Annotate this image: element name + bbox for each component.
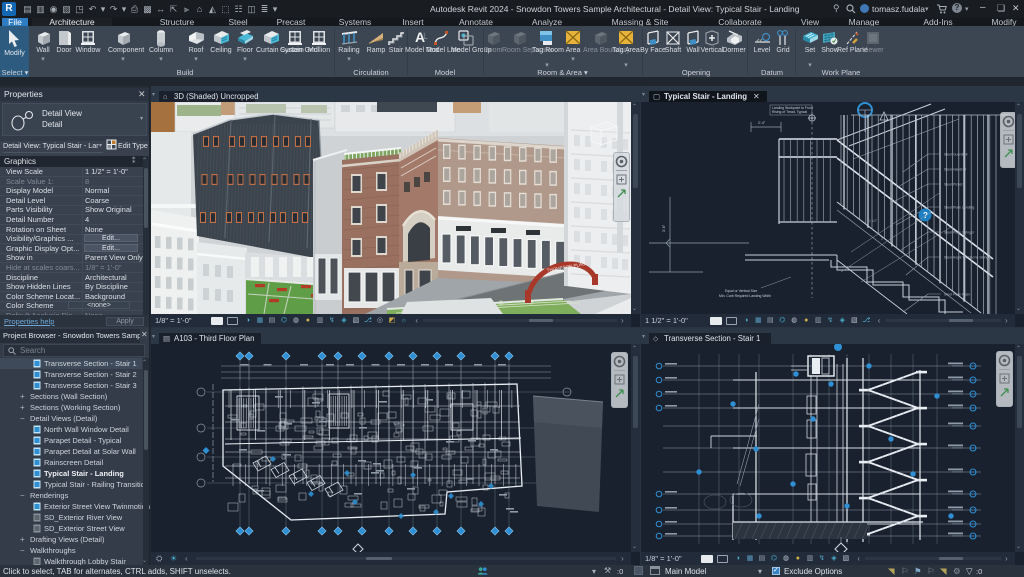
svg-text:Steel Angle Welded to Stringer: Steel Angle Welded to Stringer — [944, 256, 992, 260]
svg-text:2'-4": 2'-4" — [758, 121, 766, 125]
svg-text:Rising of Tread, Typical: Rising of Tread, Typical — [772, 110, 807, 114]
svg-text:Steel Guardrail: Steel Guardrail — [944, 153, 968, 157]
svg-text:Equal or Vertical Size: Equal or Vertical Size — [725, 289, 757, 293]
svg-text:1 1/2": 1 1/2" — [869, 219, 877, 223]
svg-text:2": 2" — [881, 237, 884, 241]
svg-text:Steel Plate Stringer: Steel Plate Stringer — [944, 231, 975, 235]
svg-text:Steel Plate Landing: Steel Plate Landing — [944, 206, 974, 210]
svg-text:3'-6": 3'-6" — [662, 224, 666, 232]
svg-text:Steel Plate Riser: Steel Plate Riser — [944, 293, 971, 297]
svg-text:Min. Curb Required Landing Wid: Min. Curb Required Landing Width — [719, 294, 771, 298]
svg-text:Steel Handrail: Steel Handrail — [944, 168, 966, 172]
svg-text:3": 3" — [891, 199, 894, 203]
svg-text:Steel Picket: Steel Picket — [944, 183, 963, 187]
